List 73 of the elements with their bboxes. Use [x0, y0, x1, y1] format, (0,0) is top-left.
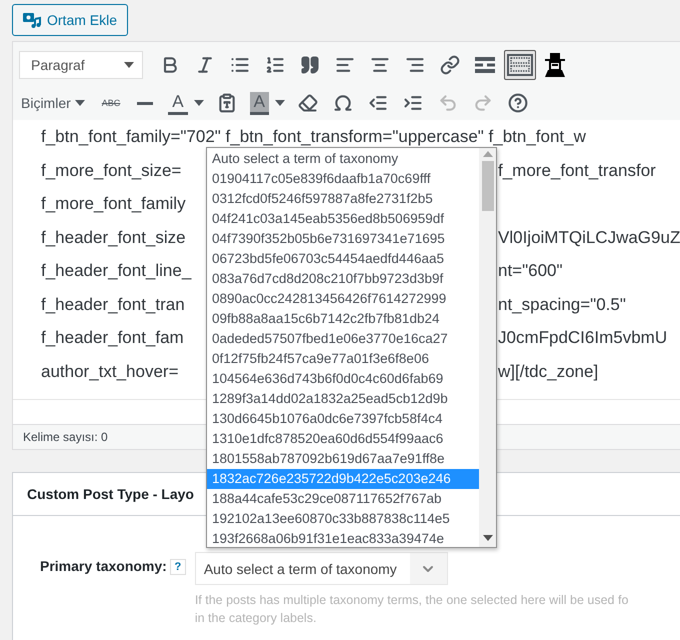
text-color-button[interactable]: A	[164, 88, 208, 118]
code-text: nt_spacing="0.5"	[498, 294, 626, 314]
undo-icon	[438, 93, 458, 113]
code-text: f_header_font_fam	[41, 328, 184, 348]
caret-icon	[274, 100, 285, 106]
metabox-title: Custom Post Type - Layo	[27, 486, 194, 502]
formats-menu-button[interactable]: Biçimler	[19, 95, 93, 111]
dropdown-option[interactable]: 0890ac0cc242813456426f7614272999	[207, 289, 479, 309]
read-more-icon	[475, 57, 495, 73]
align-center-icon	[370, 55, 390, 75]
dropdown-option[interactable]: 09fb88a8aa15c6b7142c2fb7fb81db24	[207, 309, 479, 329]
code-text: J0cmFpdCI6Im5vbmU	[498, 328, 668, 348]
scrollbar-thumb[interactable]	[482, 161, 494, 211]
quote-icon	[300, 55, 320, 75]
dropdown-option[interactable]: Auto select a term of taxonomy	[207, 149, 479, 169]
italic-icon	[195, 55, 215, 75]
caret-icon	[124, 62, 134, 68]
code-text: Vl0IjoiMTQiLCJwaG9uZ	[498, 228, 680, 247]
dropdown-option[interactable]: 188a44cafe53c29ce087117652f767ab	[207, 489, 479, 509]
dropdown-option[interactable]: 083a76d7cd8d208c210f7bb9723d3b9f	[207, 269, 479, 289]
toolbar-button[interactable]	[504, 50, 536, 80]
omega-icon	[332, 93, 353, 113]
code-text: f_more_font_size=	[41, 160, 182, 180]
help-badge[interactable]: ?	[170, 559, 186, 575]
dropdown-option[interactable]: 06723bd5fe06703c54454aedfd446aa5	[207, 249, 479, 269]
caret-icon	[194, 100, 204, 106]
dropdown-option[interactable]: 04f241c03a145eab5356ed8b506959df	[207, 209, 479, 229]
code-text: f_more_font_family	[41, 194, 186, 214]
word-count: Kelime sayısı: 0	[23, 430, 108, 444]
scrollbar[interactable]	[479, 148, 496, 547]
dropdown-option[interactable]: 1801558ab787092b619d67aa7e91ff8e	[207, 449, 479, 469]
align-left-icon	[335, 55, 355, 75]
code-text: f_header_font_size	[41, 228, 186, 247]
code-text: nt="600"	[498, 261, 563, 280]
paragraph-format-select[interactable]: Paragraf	[19, 51, 143, 79]
code-text: f_more_font_transfor	[498, 160, 656, 180]
outdent-icon	[368, 93, 388, 113]
code-text: f_btn_font_family="702" f_btn_font_transform="uppercase" f_btn_font_w	[41, 127, 586, 146]
dropdown-option[interactable]: 0f12f75fb24f57ca9e77a01f3e6f8e06	[207, 349, 479, 369]
link-icon	[440, 55, 460, 75]
dropdown-option[interactable]: 104564e636d743b6f0d0c4c60d6fab69	[207, 369, 479, 389]
code-text: author_txt_hover=	[41, 362, 179, 381]
dropdown-option[interactable]: 04f7390f352b05b6e731697341e71695	[207, 229, 479, 249]
add-media-button[interactable]: Ortam Ekle	[12, 4, 128, 36]
strikethrough-button[interactable]: ABC	[96, 88, 126, 118]
align-right-icon	[405, 55, 425, 75]
help-icon	[508, 93, 528, 113]
dropdown-option[interactable]: 1310e1dfc878520ea60d6d554f99aac6	[207, 429, 479, 449]
keyboard-icon	[507, 54, 533, 76]
code-text: f_header_font_line_	[41, 261, 192, 280]
dropdown-option[interactable]: 0adeded57507fbed1e06e3770e16ca27	[207, 329, 479, 349]
field-label: Primary taxonomy:	[40, 558, 167, 576]
dropdown-option[interactable]: 192102a13ee60870c33b887838c114e5	[207, 509, 479, 529]
dropdown-option[interactable]: 01904117c05e839f6daafb1a70c69fff	[207, 169, 479, 189]
numbered-list-icon	[265, 55, 285, 75]
code-text: f_header_font_tran	[41, 294, 185, 314]
clipboard-icon	[216, 93, 237, 113]
media-icon	[23, 11, 41, 29]
scroll-down-icon[interactable]	[482, 535, 492, 541]
indent-icon	[402, 93, 423, 113]
caret-icon	[74, 100, 85, 106]
field-description: If the posts has multiple taxonomy terms, the one selected here will be used fo	[194, 592, 628, 609]
dropdown-option[interactable]: 0312fcd0f5246f597887a8fe2731f2b5	[207, 189, 479, 209]
bullet-list-icon	[230, 55, 250, 75]
dropdown-option[interactable]: 193f2668a06b91f31e1eac833a39474e	[207, 529, 479, 549]
dropdown-option[interactable]: 130d6645b1076a0dc6e7397fcb58f4c4	[207, 409, 479, 429]
redo-icon	[472, 93, 493, 113]
eraser-icon	[298, 93, 318, 113]
dropdown-option[interactable]: 1289f3a14dd02a1832a25ead5cb12d9b	[207, 389, 479, 409]
code-text: w][/tdc_zone]	[498, 362, 598, 381]
taxonomy-select[interactable]: Auto select a term of taxonomy	[194, 552, 448, 585]
hat-figure-icon	[543, 53, 567, 77]
field-description: in the category labels.	[194, 610, 318, 627]
